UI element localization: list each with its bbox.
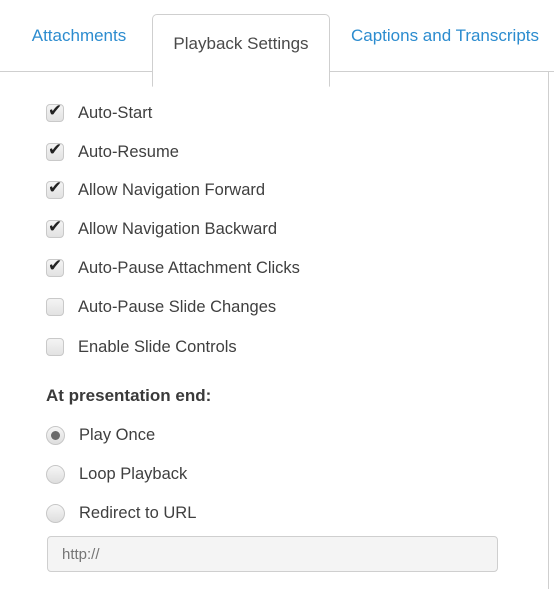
radio-selected-dot-icon bbox=[51, 430, 60, 440]
option-auto-start[interactable]: ✔ Auto-Start bbox=[46, 101, 152, 125]
radio-option-loop-playback[interactable]: Loop Playback bbox=[46, 462, 187, 486]
checkbox-allow-navigation-forward[interactable]: ✔ bbox=[46, 178, 64, 199]
option-auto-pause-slide-changes[interactable]: Auto-Pause Slide Changes bbox=[46, 295, 276, 319]
checkbox-enable-slide-controls[interactable] bbox=[46, 338, 64, 356]
radio-redirect-to-url[interactable] bbox=[46, 503, 65, 523]
checkbox-allow-navigation-backward[interactable]: ✔ bbox=[46, 217, 64, 238]
option-label: Enable Slide Controls bbox=[78, 337, 237, 356]
playback-settings-panel: Attachments Playback Settings Captions a… bbox=[0, 0, 554, 589]
option-enable-slide-controls[interactable]: Enable Slide Controls bbox=[46, 335, 237, 359]
radio-label: Redirect to URL bbox=[79, 503, 197, 522]
tab-playback-settings[interactable]: Playback Settings bbox=[152, 14, 330, 87]
radio-option-redirect-to-url[interactable]: Redirect to URL bbox=[46, 501, 196, 525]
redirect-url-input[interactable] bbox=[47, 536, 498, 572]
checkbox-auto-pause-slide-changes[interactable] bbox=[46, 298, 64, 316]
checkbox-auto-resume[interactable]: ✔ bbox=[46, 140, 64, 161]
option-auto-pause-attachment-clicks[interactable]: ✔ Auto-Pause Attachment Clicks bbox=[46, 256, 300, 280]
option-label: Auto-Resume bbox=[78, 142, 179, 161]
tab-bar: Attachments Playback Settings Captions a… bbox=[0, 0, 554, 87]
option-label: Auto-Pause Slide Changes bbox=[78, 297, 277, 316]
presentation-end-heading: At presentation end: bbox=[46, 386, 212, 405]
tab-captions-and-transcripts[interactable]: Captions and Transcripts bbox=[336, 0, 554, 72]
checkmark-icon: ✔ bbox=[48, 178, 63, 197]
option-label: Allow Navigation Forward bbox=[78, 180, 266, 199]
option-label: Allow Navigation Backward bbox=[78, 219, 278, 238]
checkmark-icon: ✔ bbox=[48, 140, 63, 159]
tab-attachments[interactable]: Attachments bbox=[14, 0, 144, 72]
checkmark-icon: ✔ bbox=[48, 101, 63, 120]
radio-option-play-once[interactable]: Play Once bbox=[46, 423, 155, 447]
option-label: Auto-Start bbox=[78, 103, 153, 122]
panel-right-border bbox=[548, 72, 549, 589]
checkbox-auto-start[interactable]: ✔ bbox=[46, 101, 64, 122]
option-allow-navigation-forward[interactable]: ✔ Allow Navigation Forward bbox=[46, 178, 265, 202]
checkbox-auto-pause-attachment-clicks[interactable]: ✔ bbox=[46, 256, 64, 277]
radio-label: Play Once bbox=[79, 425, 156, 444]
radio-play-once[interactable] bbox=[46, 425, 65, 445]
checkmark-icon: ✔ bbox=[48, 217, 63, 236]
option-allow-navigation-backward[interactable]: ✔ Allow Navigation Backward bbox=[46, 217, 277, 241]
radio-loop-playback[interactable] bbox=[46, 464, 65, 484]
radio-label: Loop Playback bbox=[79, 464, 188, 483]
option-label: Auto-Pause Attachment Clicks bbox=[78, 258, 300, 277]
checkmark-icon: ✔ bbox=[48, 256, 63, 275]
option-auto-resume[interactable]: ✔ Auto-Resume bbox=[46, 140, 179, 164]
